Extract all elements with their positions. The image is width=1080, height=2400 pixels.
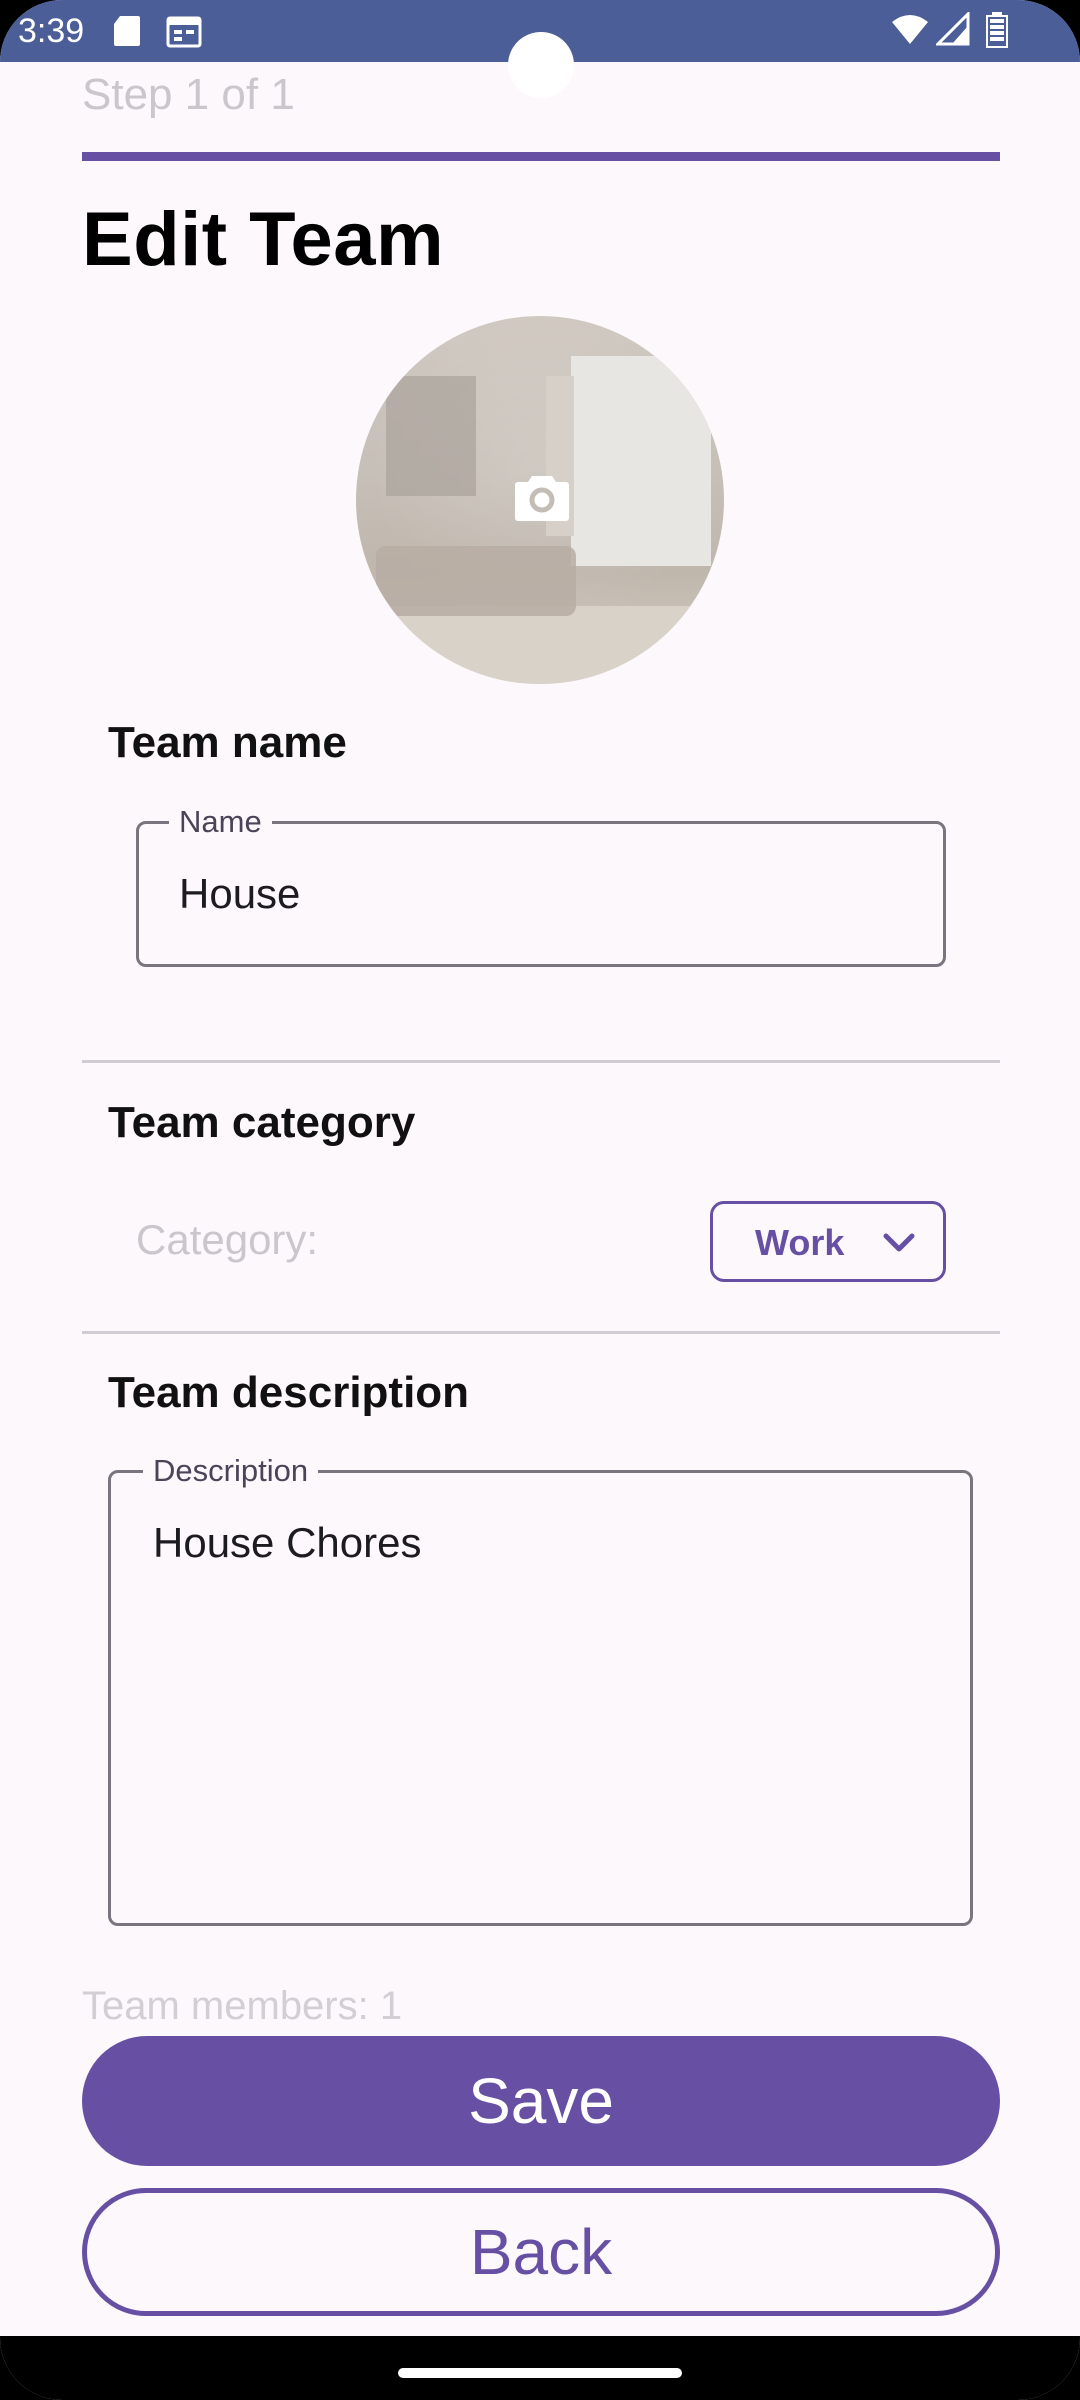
avatar-photo-panel bbox=[386, 376, 476, 496]
calendar-icon bbox=[166, 16, 202, 48]
category-dropdown-value: Work bbox=[755, 1222, 845, 1263]
front-camera-cutout bbox=[508, 32, 574, 98]
signal-icon bbox=[936, 12, 970, 46]
back-button[interactable]: Back bbox=[82, 2188, 1000, 2316]
team-description-field-label: Description bbox=[143, 1454, 319, 1488]
sd-card-icon bbox=[114, 16, 140, 46]
team-name-field-label: Name bbox=[169, 805, 272, 839]
team-description-value[interactable]: House Chores bbox=[153, 1519, 421, 1567]
camera-icon[interactable] bbox=[514, 472, 570, 522]
category-dropdown[interactable]: Work bbox=[710, 1201, 946, 1282]
chevron-down-icon bbox=[883, 1233, 915, 1252]
section-divider bbox=[82, 1060, 1000, 1063]
step-indicator: Step 1 of 1 bbox=[82, 70, 295, 119]
avatar-photo-window bbox=[571, 356, 711, 566]
team-name-value[interactable]: House bbox=[179, 870, 300, 918]
avatar-photo-sofa bbox=[376, 546, 576, 616]
battery-icon bbox=[986, 12, 1008, 48]
wifi-icon bbox=[892, 15, 928, 44]
team-name-section-label: Team name bbox=[108, 718, 347, 767]
home-gesture-handle[interactable] bbox=[398, 2368, 682, 2378]
status-time: 3:39 bbox=[18, 12, 85, 50]
team-category-section-label: Team category bbox=[108, 1098, 416, 1147]
team-description-field[interactable]: Description House Chores bbox=[108, 1454, 973, 1926]
save-button[interactable]: Save bbox=[82, 2036, 1000, 2166]
team-name-field[interactable]: Name House bbox=[136, 805, 946, 967]
team-members-count: Team members: 1 bbox=[82, 1984, 403, 2028]
team-avatar[interactable] bbox=[356, 316, 724, 684]
edit-team-screen: 3:39 Step 1 of 1 Edit Team Team name Nam… bbox=[0, 0, 1080, 2400]
step-progress-bar bbox=[82, 152, 1000, 161]
section-divider bbox=[82, 1331, 1000, 1334]
page-title: Edit Team bbox=[82, 197, 445, 282]
avatar-photo-floor bbox=[356, 606, 724, 684]
category-label: Category: bbox=[136, 1216, 319, 1263]
team-description-section-label: Team description bbox=[108, 1368, 470, 1417]
